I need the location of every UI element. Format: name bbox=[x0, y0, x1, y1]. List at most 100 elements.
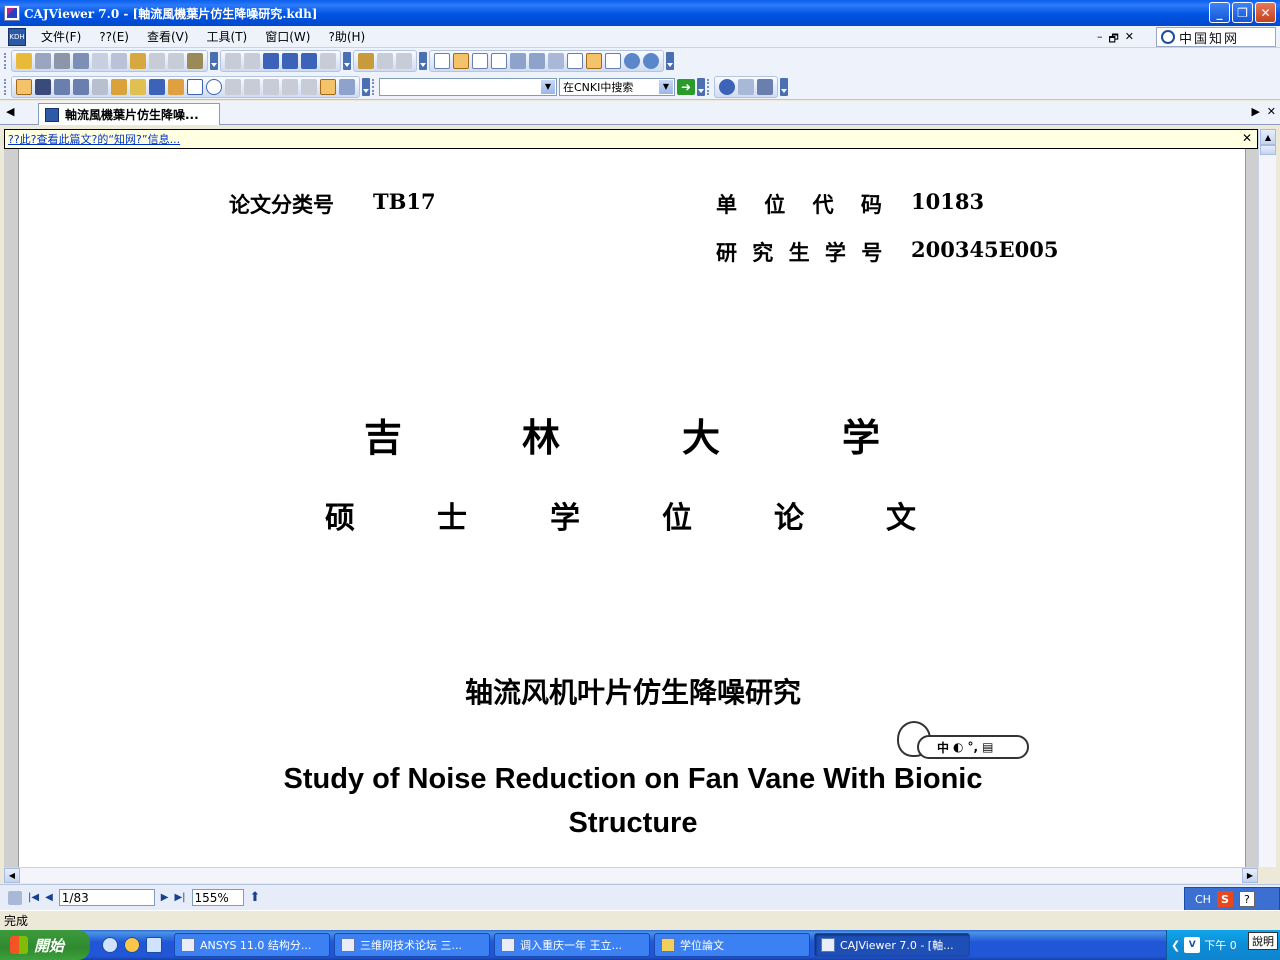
language-help-icon[interactable]: ? bbox=[1238, 891, 1255, 907]
search-scope-select[interactable]: 在CNKI中搜索 ▼ bbox=[559, 77, 675, 96]
zoom-menu-icon[interactable]: ⬆ bbox=[250, 890, 261, 905]
last-page-button[interactable]: ▶| bbox=[174, 892, 185, 903]
ime-mode-label[interactable]: 中 bbox=[937, 739, 949, 756]
scroll-up-icon[interactable]: ▲ bbox=[1260, 129, 1276, 145]
find-prev-icon[interactable] bbox=[377, 53, 393, 69]
ime-status-widget[interactable]: 中 ◐ °, ▤ bbox=[897, 721, 1031, 761]
save-icon[interactable] bbox=[35, 53, 51, 69]
toolbar-options-dropdown[interactable] bbox=[343, 52, 351, 70]
help-icon[interactable] bbox=[719, 78, 735, 95]
toolbar-options-dropdown[interactable] bbox=[666, 52, 674, 70]
document-viewport[interactable]: 论文分类号 TB17 单 位 代 码 10183 研 究 生 学 号 20034… bbox=[4, 149, 1258, 867]
taskbar-item[interactable]: 调入重庆一年 王立... bbox=[494, 933, 650, 957]
start-button[interactable]: 開始 bbox=[0, 930, 90, 960]
snapshot-icon[interactable] bbox=[111, 78, 127, 95]
zoom-input[interactable]: 155% bbox=[191, 889, 244, 906]
paste-icon[interactable] bbox=[130, 53, 146, 69]
tab-document[interactable]: 軸流風機葉片仿生降噪... bbox=[38, 103, 220, 125]
single-page-icon[interactable] bbox=[434, 53, 450, 69]
horizontal-scrollbar[interactable]: ◀ ▶ bbox=[4, 867, 1258, 883]
layout-options-icon[interactable] bbox=[529, 53, 545, 69]
cnki-info-link[interactable]: ??此?查看此篇文?的“知网?”信息... bbox=[8, 131, 180, 147]
ie-icon[interactable] bbox=[102, 937, 118, 953]
fit-page-icon[interactable] bbox=[586, 53, 602, 69]
find-next-icon[interactable] bbox=[396, 53, 412, 69]
toolbar-grip[interactable] bbox=[707, 78, 710, 95]
cnki-link[interactable]: 中国知网 bbox=[1156, 27, 1276, 47]
rotate-icon[interactable] bbox=[510, 53, 526, 69]
tray-help-button[interactable]: 說明 bbox=[1248, 932, 1278, 950]
menu-file[interactable]: 文件(F) bbox=[32, 28, 90, 45]
bookmark-icon[interactable] bbox=[339, 78, 355, 95]
zoom-out-icon[interactable] bbox=[643, 53, 659, 69]
undo-icon[interactable] bbox=[149, 53, 165, 69]
zoom-in-icon[interactable] bbox=[624, 53, 640, 69]
sogou-ime-icon[interactable]: S bbox=[1216, 891, 1233, 907]
underline-icon[interactable] bbox=[263, 78, 279, 95]
redo-icon[interactable] bbox=[168, 53, 184, 69]
back-icon[interactable] bbox=[301, 53, 317, 69]
prev-page-icon[interactable] bbox=[244, 53, 260, 69]
ime-punct-icon[interactable]: °, bbox=[968, 740, 979, 754]
ime-moon-icon[interactable]: ◐ bbox=[953, 740, 963, 754]
thumbnail-toggle-icon[interactable] bbox=[8, 890, 22, 905]
select-image-icon[interactable] bbox=[73, 78, 89, 95]
annotation-toggle-icon[interactable] bbox=[320, 78, 336, 95]
tab-scroll-right-icon[interactable]: ▶ bbox=[1252, 105, 1260, 118]
maximize-button[interactable]: ❐ bbox=[1232, 2, 1253, 23]
mdi-restore-button[interactable]: 🗗 bbox=[1108, 30, 1118, 49]
toolbar-grip[interactable] bbox=[4, 53, 7, 69]
toolbar-options-dropdown[interactable] bbox=[362, 77, 370, 96]
language-indicator[interactable]: CH bbox=[1195, 893, 1211, 906]
continuous-facing-icon[interactable] bbox=[491, 53, 507, 69]
strikeout-icon[interactable] bbox=[244, 78, 260, 95]
facing-pages-icon[interactable] bbox=[472, 53, 488, 69]
tray-clock[interactable]: 下午 0 bbox=[1204, 937, 1237, 953]
kdh-document-icon[interactable]: KDH bbox=[8, 27, 26, 46]
rectangle-icon[interactable] bbox=[187, 78, 203, 95]
taskbar-item[interactable]: 三维网技术论坛 三... bbox=[334, 933, 490, 957]
print-preview-icon[interactable] bbox=[73, 53, 89, 69]
forward-icon[interactable] bbox=[320, 53, 336, 69]
settings-icon[interactable] bbox=[187, 53, 203, 69]
menu-edit[interactable]: ??(E) bbox=[90, 30, 138, 44]
scroll-left-icon[interactable]: ◀ bbox=[4, 868, 20, 883]
next-page-icon[interactable] bbox=[263, 53, 279, 69]
fit-width-icon[interactable] bbox=[605, 53, 621, 69]
close-button[interactable]: ✕ bbox=[1255, 2, 1276, 23]
fullscreen-icon[interactable] bbox=[548, 53, 564, 69]
page-number-input[interactable]: 1/83 bbox=[58, 889, 155, 906]
mdi-minimize-button[interactable]: – bbox=[1097, 30, 1103, 49]
menu-view[interactable]: 查看(V) bbox=[138, 28, 198, 45]
next-page-button[interactable]: ▶ bbox=[161, 892, 169, 903]
about-icon[interactable] bbox=[757, 78, 773, 95]
chevron-down-icon[interactable]: ▼ bbox=[659, 79, 673, 94]
chevron-down-icon[interactable]: ▼ bbox=[541, 79, 555, 94]
continuous-page-icon[interactable] bbox=[453, 53, 469, 69]
mdi-close-button[interactable]: ✕ bbox=[1125, 30, 1134, 49]
highlight-icon[interactable] bbox=[225, 78, 241, 95]
select-text-icon[interactable] bbox=[54, 78, 70, 95]
tray-v-icon[interactable]: V bbox=[1184, 937, 1201, 953]
scroll-right-icon[interactable]: ▶ bbox=[1242, 868, 1258, 883]
hand-tool-icon[interactable] bbox=[16, 78, 32, 95]
open-icon[interactable] bbox=[16, 53, 32, 69]
properties-icon[interactable] bbox=[92, 53, 108, 69]
toolbar-options-dropdown[interactable] bbox=[780, 77, 788, 96]
line-icon[interactable] bbox=[149, 78, 165, 95]
taskbar-item[interactable]: ANSYS 11.0 结构分... bbox=[174, 933, 330, 957]
menu-tools[interactable]: 工具(T) bbox=[198, 28, 257, 45]
taskbar-item-active[interactable]: CAJViewer 7.0 - [軸... bbox=[814, 933, 970, 957]
search-go-button[interactable]: ➜ bbox=[677, 78, 695, 95]
infobar-close-button[interactable]: ✕ bbox=[1242, 131, 1252, 145]
menu-help[interactable]: ?助(H) bbox=[319, 28, 374, 45]
toolbar-grip[interactable] bbox=[372, 78, 375, 95]
ime-keyboard-icon[interactable]: ▤ bbox=[982, 740, 993, 754]
vertical-scrollbar[interactable]: ▲ bbox=[1258, 129, 1276, 867]
ellipse-icon[interactable] bbox=[206, 78, 222, 95]
tray-expand-icon[interactable]: ❮ bbox=[1171, 939, 1180, 952]
scroll-thumb[interactable] bbox=[1260, 145, 1276, 155]
copy-icon[interactable] bbox=[111, 53, 127, 69]
clock-app-icon[interactable] bbox=[124, 937, 140, 953]
first-page-button[interactable]: |◀ bbox=[28, 892, 39, 903]
